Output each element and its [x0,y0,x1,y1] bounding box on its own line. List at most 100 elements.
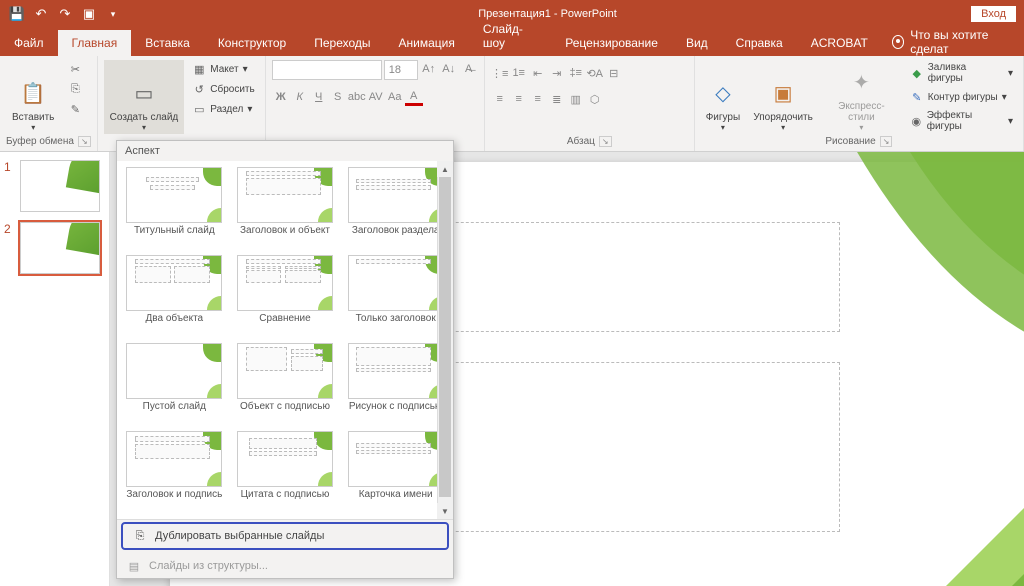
justify-button[interactable]: ≣ [548,90,566,108]
scrollbar-thumb[interactable] [439,177,451,497]
slide-thumb-1[interactable] [20,160,100,212]
layout-option[interactable]: Пустой слайд [121,341,228,427]
format-painter-button[interactable]: ✎ [64,100,86,118]
thumb-row[interactable]: 1 [4,160,105,212]
smartart-button[interactable]: ⬡ [586,90,604,108]
shapes-icon: ◇ [707,77,739,109]
clipboard-icon: 📋 [17,77,49,109]
slide-decoration-bottom [850,462,1024,586]
tab-file[interactable]: Файл [0,30,58,56]
paste-button[interactable]: 📋 Вставить ▾ [6,60,60,134]
tab-insert[interactable]: Вставка [131,30,204,56]
spacing-button[interactable]: AV [367,88,385,106]
ribbon-group-drawing: ◇ Фигуры▾ ▣ Упорядочить▾ ✦ Экспресс-стил… [695,56,1024,151]
columns-button[interactable]: ▥ [567,90,585,108]
shrink-font-icon[interactable]: A↓ [440,60,458,78]
layout-option[interactable]: Заголовок и подпись [121,429,228,515]
tell-me-search[interactable]: Что вы хотите сделат [882,28,1024,56]
quick-styles-button[interactable]: ✦ Экспресс-стили▾ [821,60,902,134]
italic-button[interactable]: К [291,88,309,106]
effects-icon: ◉ [910,114,923,128]
slide-thumb-2[interactable] [20,222,100,274]
gallery-footer: ⎘ Дублировать выбранные слайды ▤ Слайды … [117,519,453,578]
tell-me-label: Что вы хотите сделат [910,28,1014,56]
reset-button[interactable]: ↺Сбросить [188,80,258,98]
section-icon: ▭ [192,102,206,116]
scroll-down-icon[interactable]: ▼ [437,503,453,519]
gallery-header: Аспект [117,141,453,161]
ribbon-tabs: Файл Главная Вставка Конструктор Переход… [0,28,1024,56]
clear-format-icon[interactable]: A̶ [460,60,478,78]
layout-option[interactable]: Два объекта [121,253,228,339]
ribbon-group-slides: ▭ Создать слайд ▾ ▦Макет ▾ ↺Сбросить ▭Ра… [98,56,266,151]
case-button[interactable]: Aa [386,88,404,106]
save-icon[interactable]: 💾 [6,3,28,25]
drawing-dialog-icon[interactable]: ↘ [880,136,893,147]
undo-icon[interactable]: ↶ [30,3,52,25]
strike-button[interactable]: abc [348,88,366,106]
tab-review[interactable]: Рецензирование [551,30,672,56]
layout-option[interactable]: Сравнение [232,253,339,339]
layout-option[interactable]: Карточка имени [342,429,449,515]
shadow-button[interactable]: S [329,88,347,106]
text-direction-button[interactable]: ⟲A [586,64,604,82]
shape-fill-button[interactable]: ◆Заливка фигуры ▾ [906,60,1017,86]
sign-in-button[interactable]: Вход [971,6,1016,22]
layout-option[interactable]: Заголовок раздела [342,165,449,251]
bold-button[interactable]: Ж [272,88,290,106]
layout-option[interactable]: Только заголовок [342,253,449,339]
outline-doc-icon: ▤ [127,559,141,573]
gallery-scrollbar[interactable]: ▲ ▼ [437,161,453,519]
numbering-button[interactable]: 1≡ [510,64,528,82]
slides-from-outline-command[interactable]: ▤ Слайды из структуры... [117,554,453,578]
layout-button[interactable]: ▦Макет ▾ [188,60,258,78]
line-spacing-button[interactable]: ‡≡ [567,64,585,82]
tab-transitions[interactable]: Переходы [300,30,384,56]
duplicate-icon: ⎘ [133,529,147,543]
inc-indent-button[interactable]: ⇥ [548,64,566,82]
ribbon-group-font: A↑ A↓ A̶ Ж К Ч S abc AV Aa A . [266,56,485,151]
font-family-combo[interactable] [272,60,382,80]
tab-design[interactable]: Конструктор [204,30,300,56]
underline-button[interactable]: Ч [310,88,328,106]
align-center-button[interactable]: ≡ [510,90,528,108]
font-color-button[interactable]: A [405,88,423,106]
duplicate-slides-command[interactable]: ⎘ Дублировать выбранные слайды [121,522,449,550]
tab-help[interactable]: Справка [722,30,797,56]
shapes-button[interactable]: ◇ Фигуры▾ [701,60,745,134]
section-button[interactable]: ▭Раздел ▾ [188,100,258,118]
align-text-button[interactable]: ⊟ [605,64,623,82]
bullets-button[interactable]: ⋮≡ [491,64,509,82]
tab-acrobat[interactable]: ACROBAT [797,30,882,56]
quick-access-toolbar: 💾 ↶ ↷ ▣ ▾ [0,3,124,25]
tab-slideshow[interactable]: Слайд-шоу [469,16,551,56]
layout-option[interactable]: Рисунок с подписью [342,341,449,427]
grow-font-icon[interactable]: A↑ [420,60,438,78]
dec-indent-button[interactable]: ⇤ [529,64,547,82]
slide-decoration-top [830,152,1024,362]
layout-option[interactable]: Заголовок и объект [232,165,339,251]
arrange-button[interactable]: ▣ Упорядочить▾ [749,60,817,134]
qat-customize-icon[interactable]: ▾ [102,3,124,25]
layout-option[interactable]: Цитата с подписью [232,429,339,515]
tab-view[interactable]: Вид [672,30,722,56]
align-right-button[interactable]: ≡ [529,90,547,108]
shape-effects-button[interactable]: ◉Эффекты фигуры ▾ [906,108,1017,134]
tab-animations[interactable]: Анимация [385,30,469,56]
clipboard-dialog-icon[interactable]: ↘ [78,136,91,147]
redo-icon[interactable]: ↷ [54,3,76,25]
align-left-button[interactable]: ≡ [491,90,509,108]
tab-home[interactable]: Главная [58,30,132,56]
start-slideshow-icon[interactable]: ▣ [78,3,100,25]
paragraph-dialog-icon[interactable]: ↘ [599,136,612,147]
shape-outline-button[interactable]: ✎Контур фигуры ▾ [906,88,1017,106]
font-size-combo[interactable] [384,60,418,80]
copy-button[interactable]: ⎘ [64,80,86,98]
cut-button[interactable]: ✂ [64,60,86,78]
new-slide-button[interactable]: ▭ Создать слайд ▾ [104,60,185,134]
new-slide-icon: ▭ [128,77,160,109]
layout-option[interactable]: Титульный слайд [121,165,228,251]
thumb-row[interactable]: 2 [4,222,105,274]
scroll-up-icon[interactable]: ▲ [437,161,453,177]
layout-option[interactable]: Объект с подписью [232,341,339,427]
